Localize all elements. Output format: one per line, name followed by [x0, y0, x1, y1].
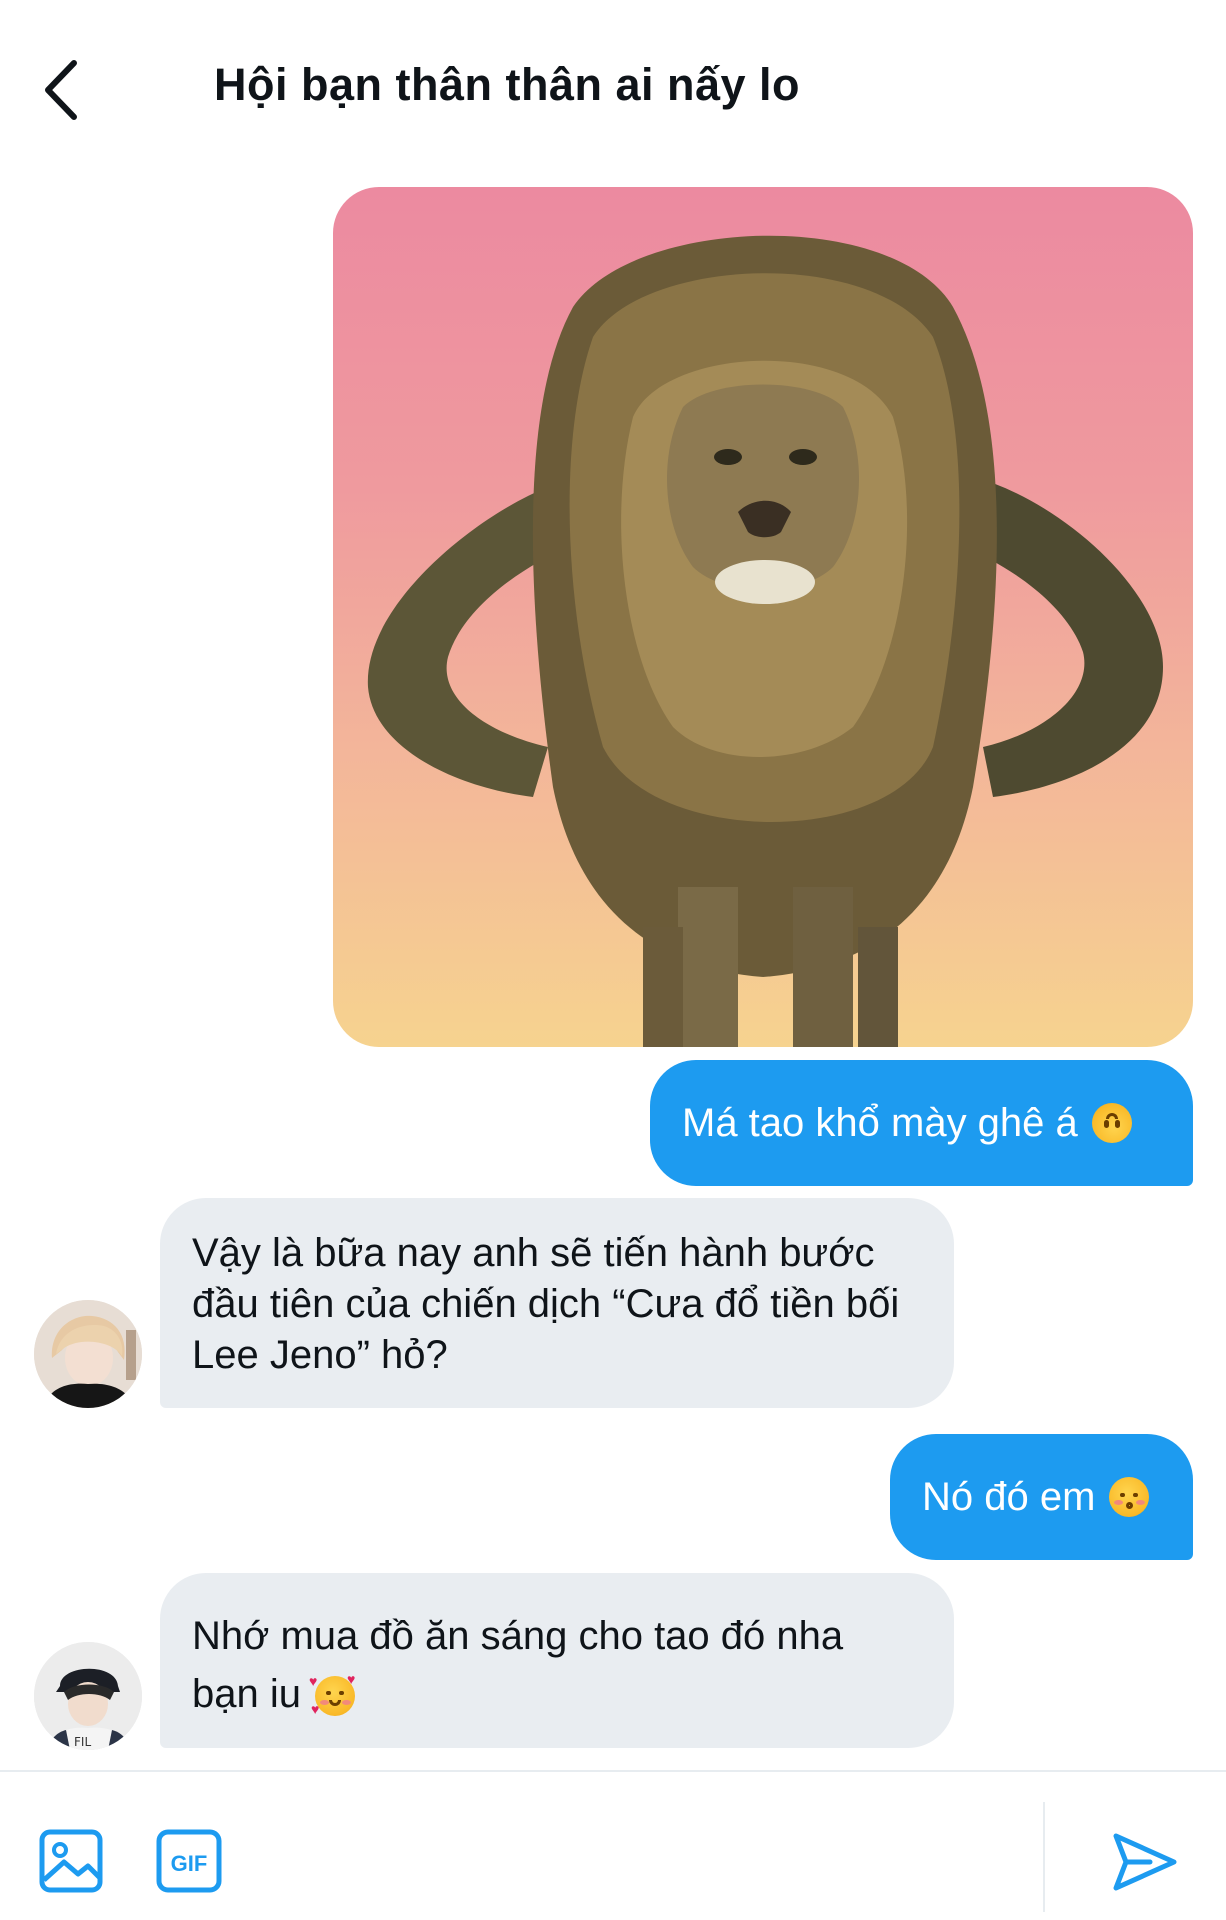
- message-image[interactable]: [333, 187, 1193, 1047]
- gif-icon: GIF: [156, 1829, 222, 1893]
- smiling-face-with-hearts-icon: ♥ ♥ ♥: [308, 1671, 356, 1718]
- upside-down-face-icon: [1091, 1103, 1132, 1143]
- message-text: Má tao khổ mày ghê á: [682, 1100, 1078, 1145]
- message-composer: GIF: [0, 1770, 1226, 1920]
- back-button[interactable]: [40, 55, 90, 125]
- svg-text:FIL: FIL: [74, 1735, 91, 1749]
- conversation-title: Hội bạn thân thân ai nấy lo: [214, 59, 801, 110]
- gif-button[interactable]: GIF: [156, 1829, 222, 1893]
- send-button[interactable]: [1110, 1830, 1180, 1894]
- avatar[interactable]: [34, 1300, 142, 1408]
- image-icon: [39, 1829, 103, 1893]
- conversation-header: Hội bạn thân thân ai nấy lo: [0, 0, 1226, 170]
- incoming-message[interactable]: Vậy là bữa nay anh sẽ tiến hành bước đầu…: [160, 1198, 954, 1408]
- gif-label: GIF: [171, 1851, 208, 1876]
- chevron-left-icon: [45, 60, 77, 120]
- message-text: Nhớ mua đồ ăn sáng cho tao đó nha bạn iu: [192, 1614, 844, 1716]
- message-text: Vậy là bữa nay anh sẽ tiến hành bước đầu…: [192, 1231, 900, 1377]
- divider: [1043, 1802, 1045, 1912]
- lion-photo: [367, 235, 1163, 1047]
- avatar[interactable]: FIL: [34, 1642, 142, 1750]
- outgoing-message[interactable]: Nó đó em: [890, 1434, 1193, 1560]
- message-text: Nó đó em: [922, 1474, 1096, 1519]
- profile-photo: [34, 1300, 142, 1408]
- outgoing-message[interactable]: Má tao khổ mày ghê á: [650, 1060, 1193, 1186]
- add-image-button[interactable]: [38, 1828, 104, 1894]
- send-icon: [1113, 1833, 1177, 1891]
- kissing-face-icon: [1109, 1477, 1150, 1517]
- incoming-message[interactable]: Nhớ mua đồ ăn sáng cho tao đó nha bạn iu…: [160, 1573, 954, 1748]
- profile-photo: FIL: [34, 1642, 142, 1750]
